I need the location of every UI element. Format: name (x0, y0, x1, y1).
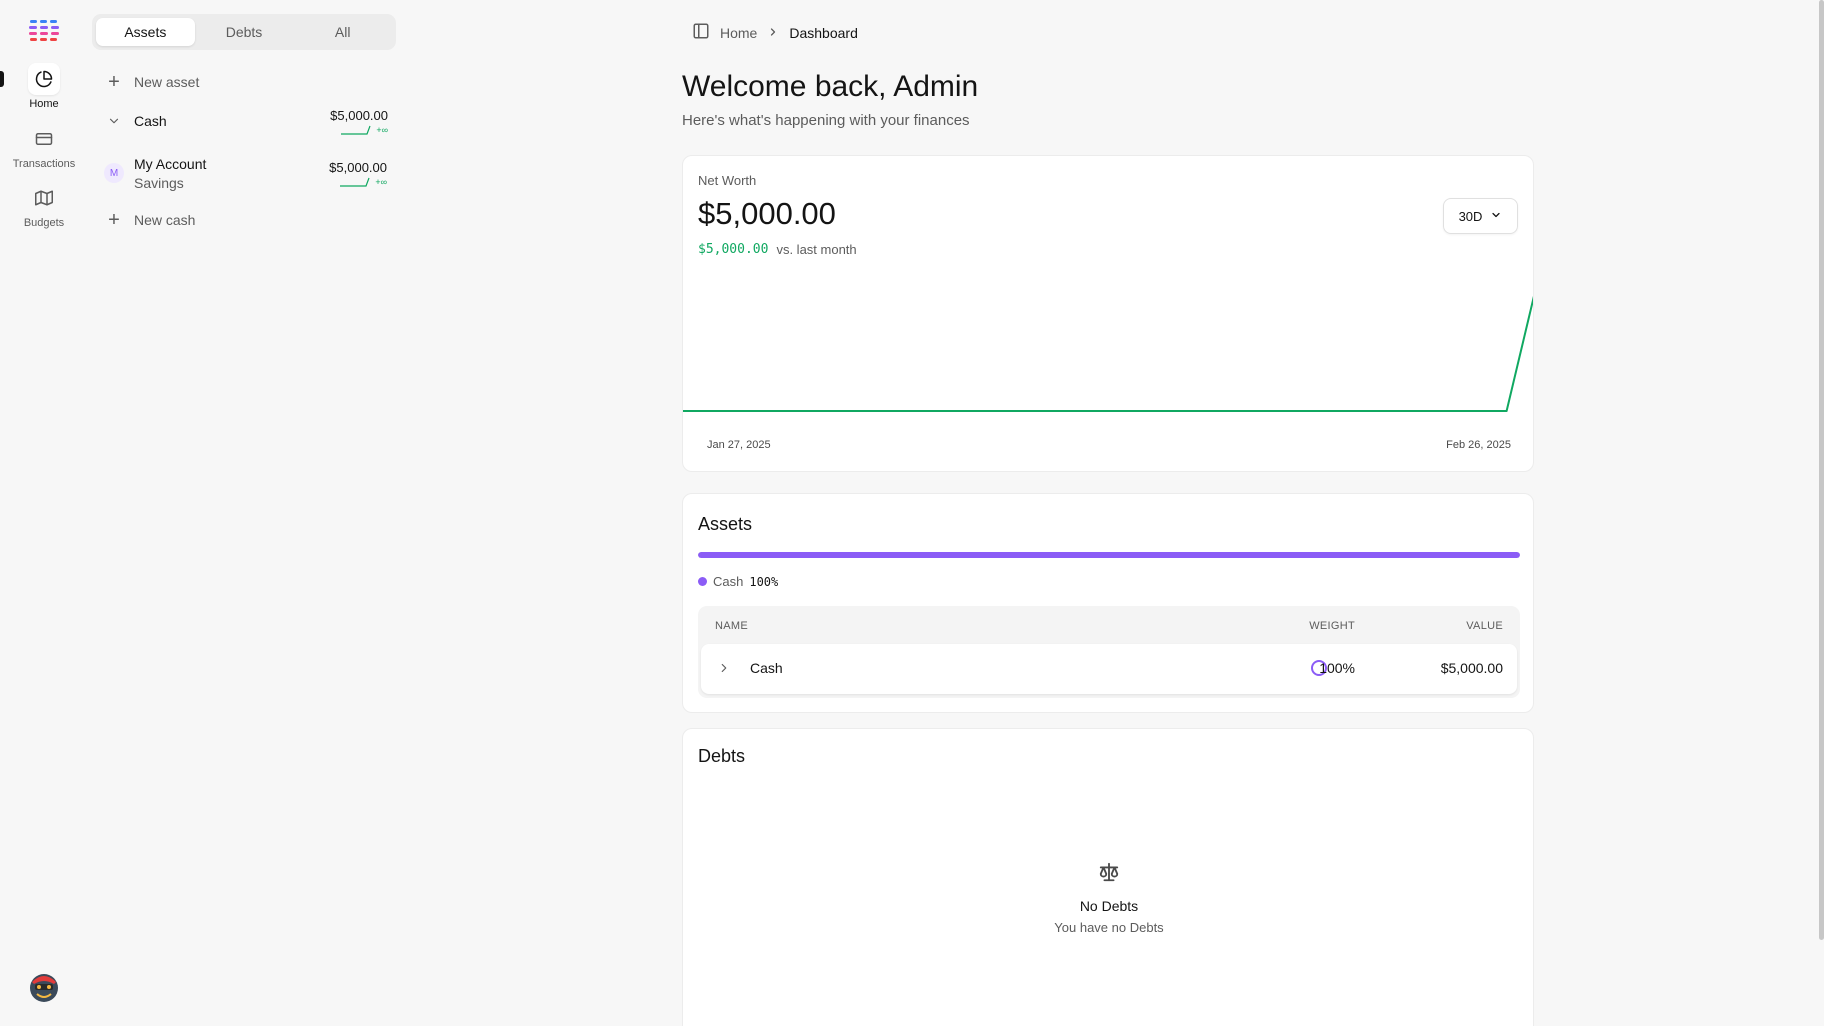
sidebar-toggle-icon[interactable] (692, 22, 710, 43)
row-weight: 100% (1319, 660, 1355, 676)
allocation-bar (698, 552, 1520, 558)
tab-assets[interactable]: Assets (96, 18, 195, 46)
new-asset-button[interactable]: + New asset (92, 69, 396, 95)
row-value: $5,000.00 (1440, 660, 1503, 676)
breadcrumb: Home Dashboard (692, 22, 858, 43)
net-worth-card: Net Worth $5,000.00 $5,000.00 vs. last m… (682, 155, 1534, 472)
account-group-cash[interactable]: Cash $5,000.00 +∞ (92, 101, 396, 141)
net-worth-series-line (683, 295, 1533, 412)
account-change: +∞ (375, 176, 387, 187)
chevron-right-icon[interactable] (717, 661, 731, 680)
debts-card: Debts No Debts You have no Debts (682, 728, 1534, 1026)
accounts-sidebar: Assets Debts All + New asset Cash $5,000… (92, 14, 396, 230)
column-header-value: VALUE (1466, 620, 1503, 632)
nav-item-label: Budgets (23, 217, 65, 229)
net-worth-change: $5,000.00 vs. last month (698, 242, 857, 257)
credit-card-icon (28, 123, 60, 155)
allocation-bar-segment-cash (698, 552, 1520, 558)
allocation-legend: Cash 100% (698, 574, 778, 589)
assets-card: Assets Cash 100% NAME WEIGHT VALUE Cash … (682, 493, 1534, 713)
tab-all[interactable]: All (293, 18, 392, 46)
debts-title: Debts (698, 746, 746, 766)
nav-rail: Home Transactions Budgets (0, 0, 88, 1026)
chevron-down-icon[interactable] (104, 114, 124, 128)
table-row[interactable]: Cash 100% $5,000.00 (701, 644, 1517, 694)
column-header-name: NAME (715, 620, 748, 632)
page-title: Welcome back, Admin (682, 70, 979, 103)
legend-name: Cash (713, 574, 744, 589)
pie-chart-icon (28, 63, 60, 95)
account-group-name: Cash (134, 113, 167, 129)
x-tick-label: Feb 26, 2025 (1446, 439, 1511, 451)
breadcrumb-home[interactable]: Home (720, 25, 757, 41)
net-worth-chart[interactable] (683, 256, 1534, 426)
page-scrollbar[interactable] (1819, 0, 1824, 940)
page-subtitle: Here's what's happening with your financ… (682, 112, 970, 129)
new-asset-label: New asset (134, 74, 200, 90)
empty-title: No Debts (1079, 898, 1139, 914)
new-cash-button[interactable]: + New cash (92, 207, 396, 233)
account-group-change: +∞ (376, 124, 388, 135)
user-avatar[interactable] (27, 970, 61, 1004)
net-worth-value: $5,000.00 (698, 196, 836, 231)
account-name: My Account (134, 155, 207, 172)
x-tick-label: Jan 27, 2025 (707, 439, 771, 451)
account-item-my-account[interactable]: M My Account Savings $5,000.00 +∞ (92, 149, 396, 197)
column-header-weight: WEIGHT (1309, 620, 1355, 632)
net-worth-label: Net Worth (698, 173, 757, 188)
period-value: 30D (1458, 208, 1483, 224)
assets-table: NAME WEIGHT VALUE Cash 100% $5,000.00 (698, 606, 1520, 698)
net-worth-change-label: vs. last month (776, 242, 857, 257)
chevron-right-icon (767, 25, 779, 41)
debts-empty-state: No Debts You have no Debts (683, 861, 1535, 935)
plus-icon: + (108, 209, 120, 231)
legend-dot (698, 577, 707, 586)
account-subtype: Savings (134, 174, 184, 191)
empty-subtitle: You have no Debts (1054, 920, 1164, 935)
map-icon (28, 182, 60, 214)
legend-percent: 100% (749, 574, 779, 589)
account-avatar: M (104, 163, 124, 183)
sparkline (341, 125, 371, 135)
plus-icon: + (108, 71, 120, 93)
period-select[interactable]: 30D (1443, 198, 1518, 234)
account-group-amount: $5,000.00 (330, 107, 388, 123)
nav-item-label: Transactions (12, 158, 76, 170)
breadcrumb-current: Dashboard (789, 24, 858, 41)
chevron-down-icon (1490, 209, 1502, 224)
tab-debts[interactable]: Debts (195, 18, 294, 46)
nav-item-transactions[interactable]: Transactions (0, 123, 88, 170)
scale-icon (1098, 862, 1120, 887)
nav-item-budgets[interactable]: Budgets (0, 182, 88, 229)
sparkline (340, 177, 370, 187)
account-type-tabs: Assets Debts All (92, 14, 396, 50)
nav-item-home[interactable]: Home (0, 63, 88, 110)
app-logo[interactable] (28, 20, 60, 42)
row-name: Cash (750, 660, 783, 676)
assets-title: Assets (698, 514, 753, 534)
new-cash-label: New cash (134, 212, 196, 228)
account-amount: $5,000.00 (329, 159, 387, 175)
nav-item-label: Home (29, 98, 59, 110)
net-worth-change-value: $5,000.00 (698, 242, 769, 257)
